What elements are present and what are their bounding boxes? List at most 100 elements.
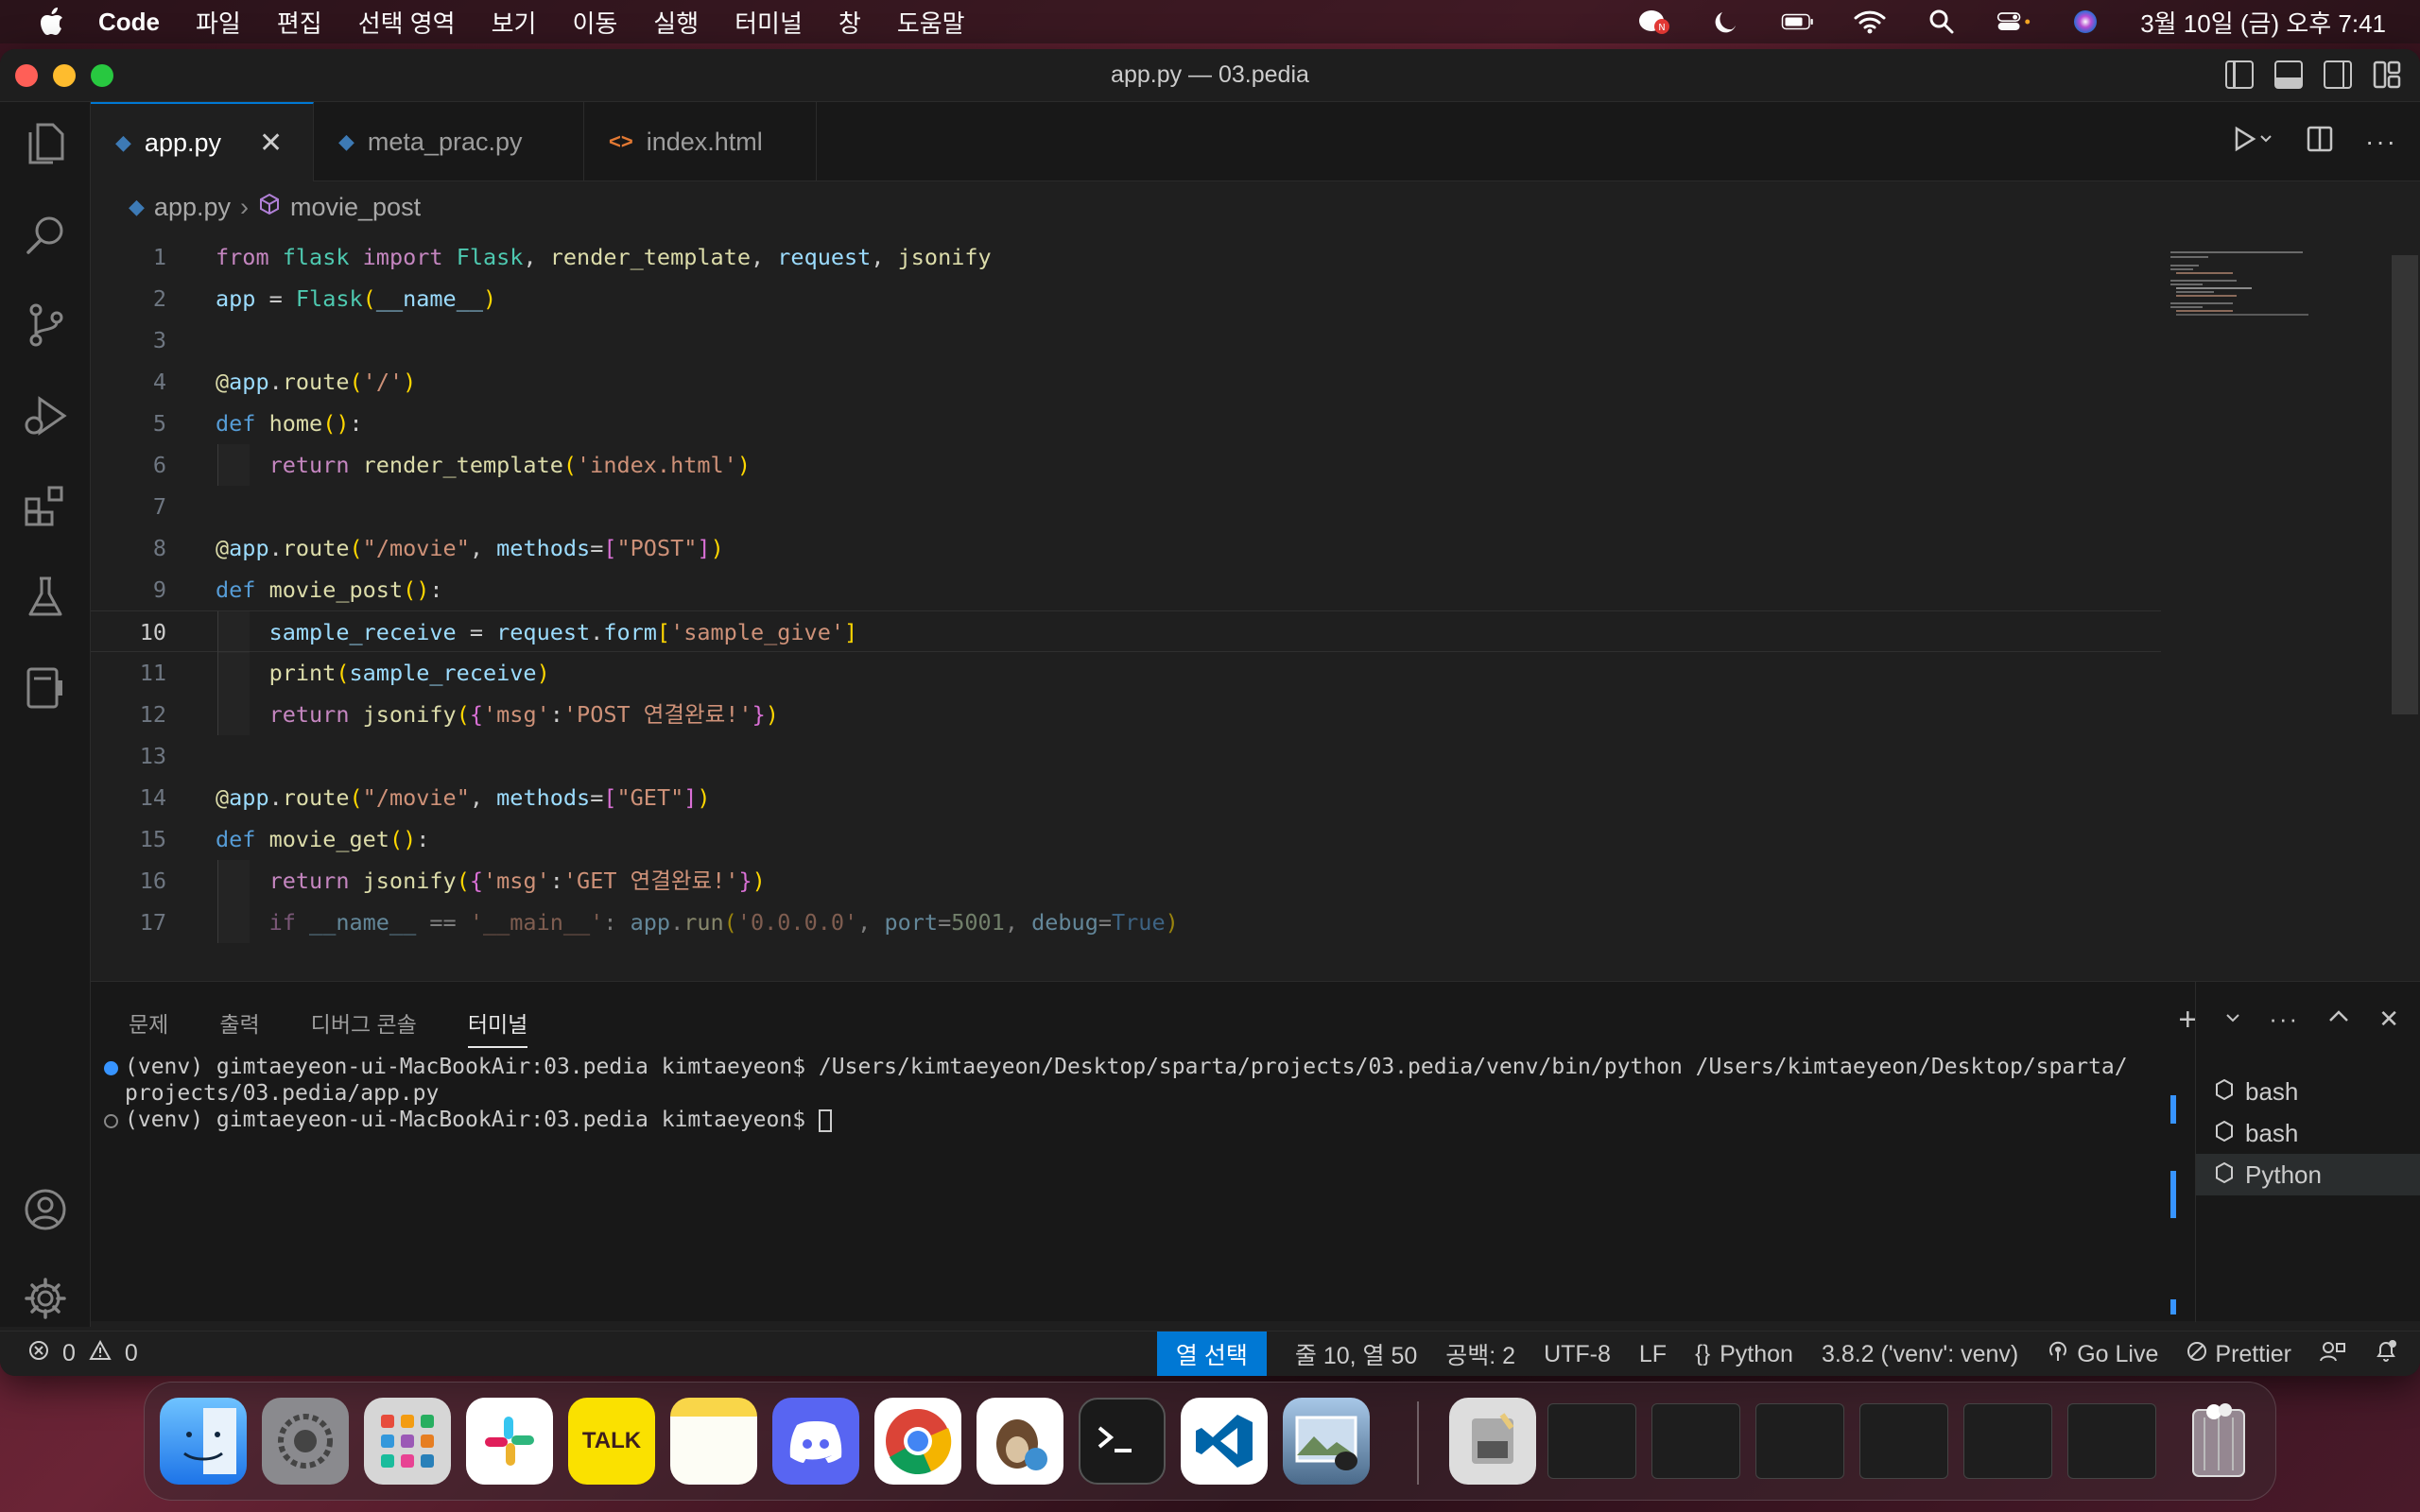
- dock-dbeaver-icon[interactable]: [977, 1398, 1063, 1485]
- html-file-icon: <>: [609, 129, 633, 153]
- dock-minimized-window[interactable]: [1963, 1403, 2052, 1479]
- dock-preview-icon[interactable]: [1283, 1398, 1370, 1485]
- app-menu-code[interactable]: Code: [98, 8, 160, 37]
- explorer-icon[interactable]: [21, 119, 70, 168]
- python-file-icon: ◆: [115, 130, 131, 154]
- menu-terminal[interactable]: 터미널: [735, 5, 803, 40]
- dock-disk-utility-icon[interactable]: [1449, 1398, 1536, 1485]
- dock-terminal-icon[interactable]: [1079, 1398, 1166, 1485]
- menu-go[interactable]: 이동: [572, 5, 617, 40]
- menu-file[interactable]: 파일: [196, 5, 241, 40]
- dock-launchpad-icon[interactable]: [364, 1398, 451, 1485]
- dock-slack-icon[interactable]: [466, 1398, 553, 1485]
- split-editor-icon[interactable]: [2307, 126, 2333, 157]
- tab-index-html[interactable]: <> index.html: [584, 102, 817, 181]
- menu-edit[interactable]: 편집: [277, 5, 322, 40]
- terminal-scroll-markers: [2170, 1095, 2176, 1314]
- run-and-debug-icon[interactable]: [21, 391, 70, 440]
- siri-icon[interactable]: [2068, 8, 2102, 36]
- warning-icon[interactable]: [89, 1339, 112, 1367]
- close-window-button[interactable]: [15, 64, 38, 87]
- terminal-item-bash[interactable]: bash: [2196, 1071, 2420, 1112]
- dock-chrome-icon[interactable]: [874, 1398, 961, 1485]
- notification-chat-icon[interactable]: N: [1637, 8, 1671, 36]
- braces-icon: {}: [1695, 1341, 1711, 1366]
- extensions-icon[interactable]: [21, 482, 70, 531]
- menubar-clock[interactable]: 3월 10일 (금) 오후 7:41: [2140, 5, 2386, 40]
- go-live-button[interactable]: Go Live: [2047, 1340, 2158, 1369]
- toggle-panel-icon[interactable]: [2274, 60, 2303, 89]
- menu-help[interactable]: 도움말: [897, 5, 965, 40]
- terminal-item-python[interactable]: Python: [2196, 1154, 2420, 1195]
- customize-layout-icon[interactable]: [2373, 60, 2401, 89]
- error-icon[interactable]: [28, 1340, 49, 1367]
- dock-minimized-window[interactable]: [1651, 1403, 1740, 1479]
- dock-kakaotalk-icon[interactable]: TALK: [568, 1398, 655, 1485]
- feedback-person-icon[interactable]: [2320, 1340, 2346, 1369]
- code-line: 3: [152, 327, 166, 353]
- menu-run[interactable]: 실행: [653, 5, 699, 40]
- language-mode[interactable]: {} Python: [1695, 1341, 1793, 1368]
- toggle-primary-sidebar-icon[interactable]: [2225, 60, 2254, 89]
- indentation[interactable]: 공백: 2: [1445, 1337, 1515, 1371]
- terminal-cube-icon: [2215, 1160, 2234, 1190]
- dock-notes-icon[interactable]: [670, 1398, 757, 1485]
- menu-selection[interactable]: 선택 영역: [358, 5, 456, 40]
- tab-meta-prac-py[interactable]: ◆ meta_prac.py: [314, 102, 584, 181]
- control-center-icon[interactable]: [1996, 8, 2031, 36]
- wifi-icon[interactable]: [1853, 8, 1887, 36]
- remote-explorer-icon[interactable]: [21, 663, 70, 713]
- dock-system-settings-icon[interactable]: [262, 1398, 349, 1485]
- manage-gear-icon[interactable]: [21, 1274, 70, 1323]
- menu-window[interactable]: 창: [838, 5, 861, 40]
- source-control-icon[interactable]: [21, 301, 70, 350]
- dock-minimized-window[interactable]: [2067, 1403, 2156, 1479]
- tab-app-py[interactable]: ◆ app.py ✕: [91, 102, 314, 181]
- close-tab-icon[interactable]: ✕: [259, 127, 283, 160]
- python-interpreter[interactable]: 3.8.2 ('venv': venv): [1822, 1341, 2018, 1368]
- code-line: 14 @app.route("/movie", methods=["GET"]): [139, 784, 711, 811]
- more-actions-icon[interactable]: ···: [2365, 127, 2397, 157]
- editor-scrollbar[interactable]: [2392, 255, 2418, 714]
- accounts-icon[interactable]: [21, 1185, 70, 1234]
- tab-debug-console[interactable]: 디버그 콘솔: [311, 1006, 417, 1048]
- notifications-bell-icon[interactable]: [2375, 1339, 2397, 1370]
- toggle-secondary-sidebar-icon[interactable]: [2324, 60, 2352, 89]
- breadcrumb-file[interactable]: app.py: [154, 193, 231, 222]
- tab-problems[interactable]: 문제: [129, 1006, 168, 1048]
- prettier-slash-icon: [2187, 1341, 2207, 1368]
- warning-count[interactable]: 0: [125, 1340, 138, 1367]
- search-icon[interactable]: [21, 210, 70, 259]
- end-of-line[interactable]: LF: [1639, 1341, 1667, 1368]
- minimize-window-button[interactable]: [53, 64, 76, 87]
- column-selection-mode[interactable]: 열 선택: [1156, 1332, 1267, 1376]
- minimap[interactable]: [2170, 251, 2312, 327]
- cursor-position[interactable]: 줄 10, 열 50: [1295, 1337, 1417, 1371]
- dock-vscode-icon[interactable]: [1181, 1398, 1268, 1485]
- code-editor[interactable]: 1 from flask import Flask, render_templat…: [91, 236, 2161, 983]
- dock-trash-icon[interactable]: [2175, 1398, 2262, 1485]
- moon-icon[interactable]: [1709, 8, 1743, 36]
- zoom-window-button[interactable]: [91, 64, 113, 87]
- terminal-output[interactable]: (venv) gimtaeyeon-ui-MacBookAir:03.pedia…: [104, 1054, 2184, 1133]
- dock-finder-icon[interactable]: [160, 1398, 247, 1485]
- command-success-dot-icon: [104, 1061, 118, 1075]
- code-line: 17 if __name__ == '__main__': app.run('0…: [91, 902, 2161, 943]
- dock-discord-icon[interactable]: [772, 1398, 859, 1485]
- spotlight-search-icon[interactable]: [1925, 8, 1959, 36]
- error-count[interactable]: 0: [62, 1340, 76, 1367]
- dock-minimized-window[interactable]: [1755, 1403, 1844, 1479]
- testing-flask-icon[interactable]: [21, 573, 70, 622]
- tab-output[interactable]: 출력: [219, 1006, 259, 1048]
- run-python-file-icon[interactable]: [2233, 125, 2274, 158]
- encoding[interactable]: UTF-8: [1544, 1341, 1611, 1368]
- tab-terminal[interactable]: 터미널: [467, 1006, 528, 1048]
- menu-view[interactable]: 보기: [492, 5, 537, 40]
- terminal-item-bash[interactable]: bash: [2196, 1112, 2420, 1154]
- prettier-button[interactable]: Prettier: [2187, 1341, 2291, 1368]
- battery-icon[interactable]: [1781, 8, 1815, 36]
- dock-minimized-window[interactable]: [1859, 1403, 1948, 1479]
- dock-minimized-window[interactable]: [1547, 1403, 1636, 1479]
- apple-icon[interactable]: [36, 6, 68, 38]
- breadcrumb-symbol[interactable]: movie_post: [290, 193, 421, 222]
